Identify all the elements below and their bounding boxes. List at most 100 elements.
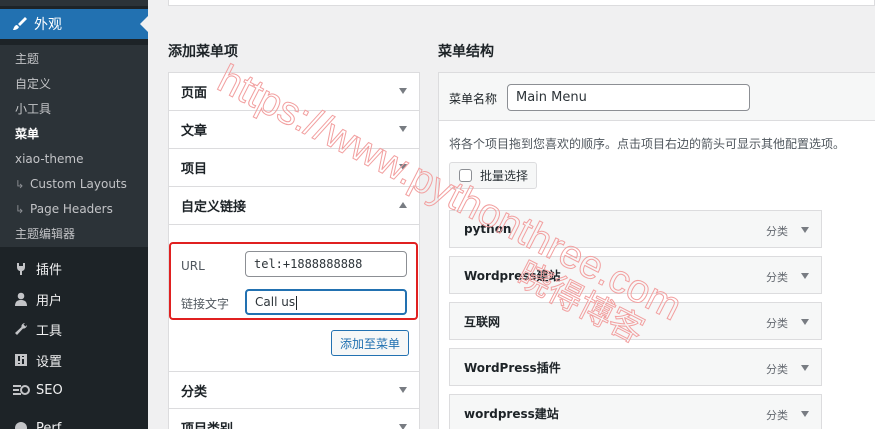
- chevron-down-icon[interactable]: [399, 88, 407, 94]
- submenu-item-menus[interactable]: 菜单: [0, 122, 148, 147]
- settings-icon: [12, 351, 30, 369]
- main-content: 添加菜单项 菜单结构 页面 文章 项目 自定义链接 URL tel:+18888…: [148, 0, 875, 429]
- submenu-item-themes[interactable]: 主题: [0, 47, 148, 72]
- sidebar-item-tools[interactable]: 工具: [0, 314, 148, 344]
- accordion-label: 项目: [181, 162, 208, 177]
- accordion-custom-links[interactable]: 自定义链接: [169, 187, 419, 225]
- sidebar-item-appearance[interactable]: 外观: [0, 9, 148, 39]
- sidebar-item-label: 外观: [34, 17, 62, 33]
- subitem-arrow-icon: ↳: [15, 203, 25, 216]
- accordion-label: 分类: [181, 384, 208, 400]
- sidebar-item-label: 用户: [36, 293, 63, 309]
- chevron-down-icon[interactable]: [801, 227, 809, 233]
- accordion-project-categories[interactable]: 项目类别: [169, 409, 419, 429]
- submenu-label: Page Headers: [30, 202, 113, 216]
- sidebar-item-label: 设置: [36, 354, 63, 370]
- menu-item-title: python: [464, 222, 512, 236]
- bulk-select-button[interactable]: 批量选择: [449, 162, 537, 189]
- add-to-menu-button[interactable]: 添加至菜单: [331, 330, 409, 356]
- submenu-item-theme-editor[interactable]: 主题编辑器: [0, 222, 148, 247]
- plugin-icon: [12, 259, 30, 277]
- sidebar-item-label: 工具: [36, 323, 63, 339]
- accordion-label: 项目类别: [181, 418, 233, 429]
- menu-item-type: 分类: [766, 271, 788, 284]
- link-text-value: Call us: [255, 295, 296, 309]
- chevron-down-icon[interactable]: [399, 164, 407, 170]
- sidebar-item-users[interactable]: 用户: [0, 284, 148, 314]
- submenu-item-xiao-theme[interactable]: xiao-theme: [0, 147, 148, 172]
- submenu-label: 主题编辑器: [15, 227, 76, 241]
- menu-structure-panel: 菜单名称 Main Menu 将各个项目拖到您喜欢的顺序。点击项目右边的箭头可显…: [438, 72, 875, 429]
- appearance-submenu: 主题 自定义 小工具 菜单 xiao-theme ↳ Custom Layout…: [0, 45, 148, 247]
- submenu-label: 小工具: [15, 102, 52, 116]
- menu-item-type: 分类: [766, 225, 788, 238]
- menu-name-label: 菜单名称: [449, 92, 498, 106]
- submenu-label: 主题: [15, 52, 40, 66]
- wrench-icon: [12, 320, 30, 338]
- submenu-label: xiao-theme: [15, 152, 84, 166]
- menu-item-type: 分类: [766, 317, 788, 330]
- url-label: URL: [181, 259, 205, 273]
- chevron-down-icon[interactable]: [399, 126, 407, 132]
- accordion-posts[interactable]: 文章: [169, 111, 419, 149]
- chevron-down-icon[interactable]: [801, 273, 809, 279]
- menu-item[interactable]: Wordpress建站 分类: [449, 256, 822, 294]
- drag-instructions: 将各个项目拖到您喜欢的顺序。点击项目右边的箭头可显示其他配置选项。: [449, 137, 846, 151]
- bulk-select-checkbox[interactable]: [459, 169, 472, 182]
- sidebar-item-label: SEO: [36, 382, 63, 398]
- submenu-label: 自定义: [15, 77, 52, 91]
- accordion-label: 自定义链接: [181, 200, 247, 215]
- submenu-item-widgets[interactable]: 小工具: [0, 97, 148, 122]
- text-cursor: [296, 295, 298, 310]
- submenu-item-page-headers[interactable]: ↳ Page Headers: [0, 197, 148, 222]
- menu-item-title: 互联网: [464, 314, 501, 329]
- accordion-label: 文章: [181, 124, 208, 139]
- menu-structure-title: 菜单结构: [438, 44, 494, 60]
- menu-item[interactable]: python 分类: [449, 210, 822, 248]
- sidebar-item-seo[interactable]: SEO: [0, 375, 148, 405]
- sidebar-item-label: 插件: [36, 262, 63, 278]
- user-icon: [12, 290, 30, 308]
- link-text-input[interactable]: Call us: [245, 289, 407, 315]
- link-text-label: 链接文字: [181, 297, 230, 311]
- menu-item-title: Wordpress建站: [464, 268, 561, 283]
- submenu-item-customize[interactable]: 自定义: [0, 72, 148, 97]
- sidebar-item-plugins[interactable]: 插件: [0, 253, 148, 283]
- sidebar-item-perf[interactable]: Perf: [0, 413, 148, 429]
- subitem-arrow-icon: ↳: [15, 178, 25, 191]
- custom-links-panel: URL tel:+1888888888 链接文字 Call us 添加至菜单: [169, 225, 419, 369]
- accordion-label: 页面: [181, 86, 208, 101]
- seo-icon: [12, 381, 30, 399]
- accordion-pages[interactable]: 页面: [169, 73, 419, 111]
- add-menu-items-title: 添加菜单项: [168, 44, 238, 60]
- chevron-up-icon[interactable]: [399, 202, 407, 208]
- chevron-down-icon[interactable]: [801, 319, 809, 325]
- menu-item[interactable]: WordPress插件 分类: [449, 348, 822, 386]
- paintbrush-icon: [12, 16, 28, 32]
- chevron-down-icon[interactable]: [399, 424, 407, 429]
- chevron-down-icon[interactable]: [399, 387, 407, 393]
- menu-item[interactable]: wordpress建站 分类: [449, 394, 822, 429]
- submenu-item-custom-layouts[interactable]: ↳ Custom Layouts: [0, 172, 148, 197]
- menu-item-type: 分类: [766, 409, 788, 422]
- admin-sidebar: 外观 主题 自定义 小工具 菜单 xiao-theme ↳ Custom Lay…: [0, 0, 148, 429]
- menu-select-panel: [168, 0, 875, 6]
- menu-item[interactable]: 互联网 分类: [449, 302, 822, 340]
- performance-icon: [12, 419, 30, 429]
- sidebar-top-item[interactable]: [0, 0, 148, 6]
- chevron-down-icon[interactable]: [801, 411, 809, 417]
- bulk-select-label: 批量选择: [480, 169, 529, 183]
- chevron-down-icon[interactable]: [801, 365, 809, 371]
- accordion-projects[interactable]: 项目: [169, 149, 419, 187]
- menu-name-input[interactable]: Main Menu: [507, 84, 750, 111]
- submenu-label: 菜单: [15, 127, 40, 141]
- sidebar-item-label: Perf: [36, 420, 62, 429]
- menu-item-title: WordPress插件: [464, 360, 561, 375]
- accordion-categories[interactable]: 分类: [169, 371, 419, 409]
- menu-item-type: 分类: [766, 363, 788, 376]
- sidebar-item-settings[interactable]: 设置: [0, 345, 148, 375]
- menu-item-title: wordpress建站: [464, 406, 559, 421]
- url-input[interactable]: tel:+1888888888: [245, 251, 407, 277]
- menu-name-bar: 菜单名称 Main Menu: [439, 73, 875, 121]
- add-menu-items-accordion: 页面 文章 项目 自定义链接 URL tel:+1888888888 链接文字 …: [168, 72, 420, 429]
